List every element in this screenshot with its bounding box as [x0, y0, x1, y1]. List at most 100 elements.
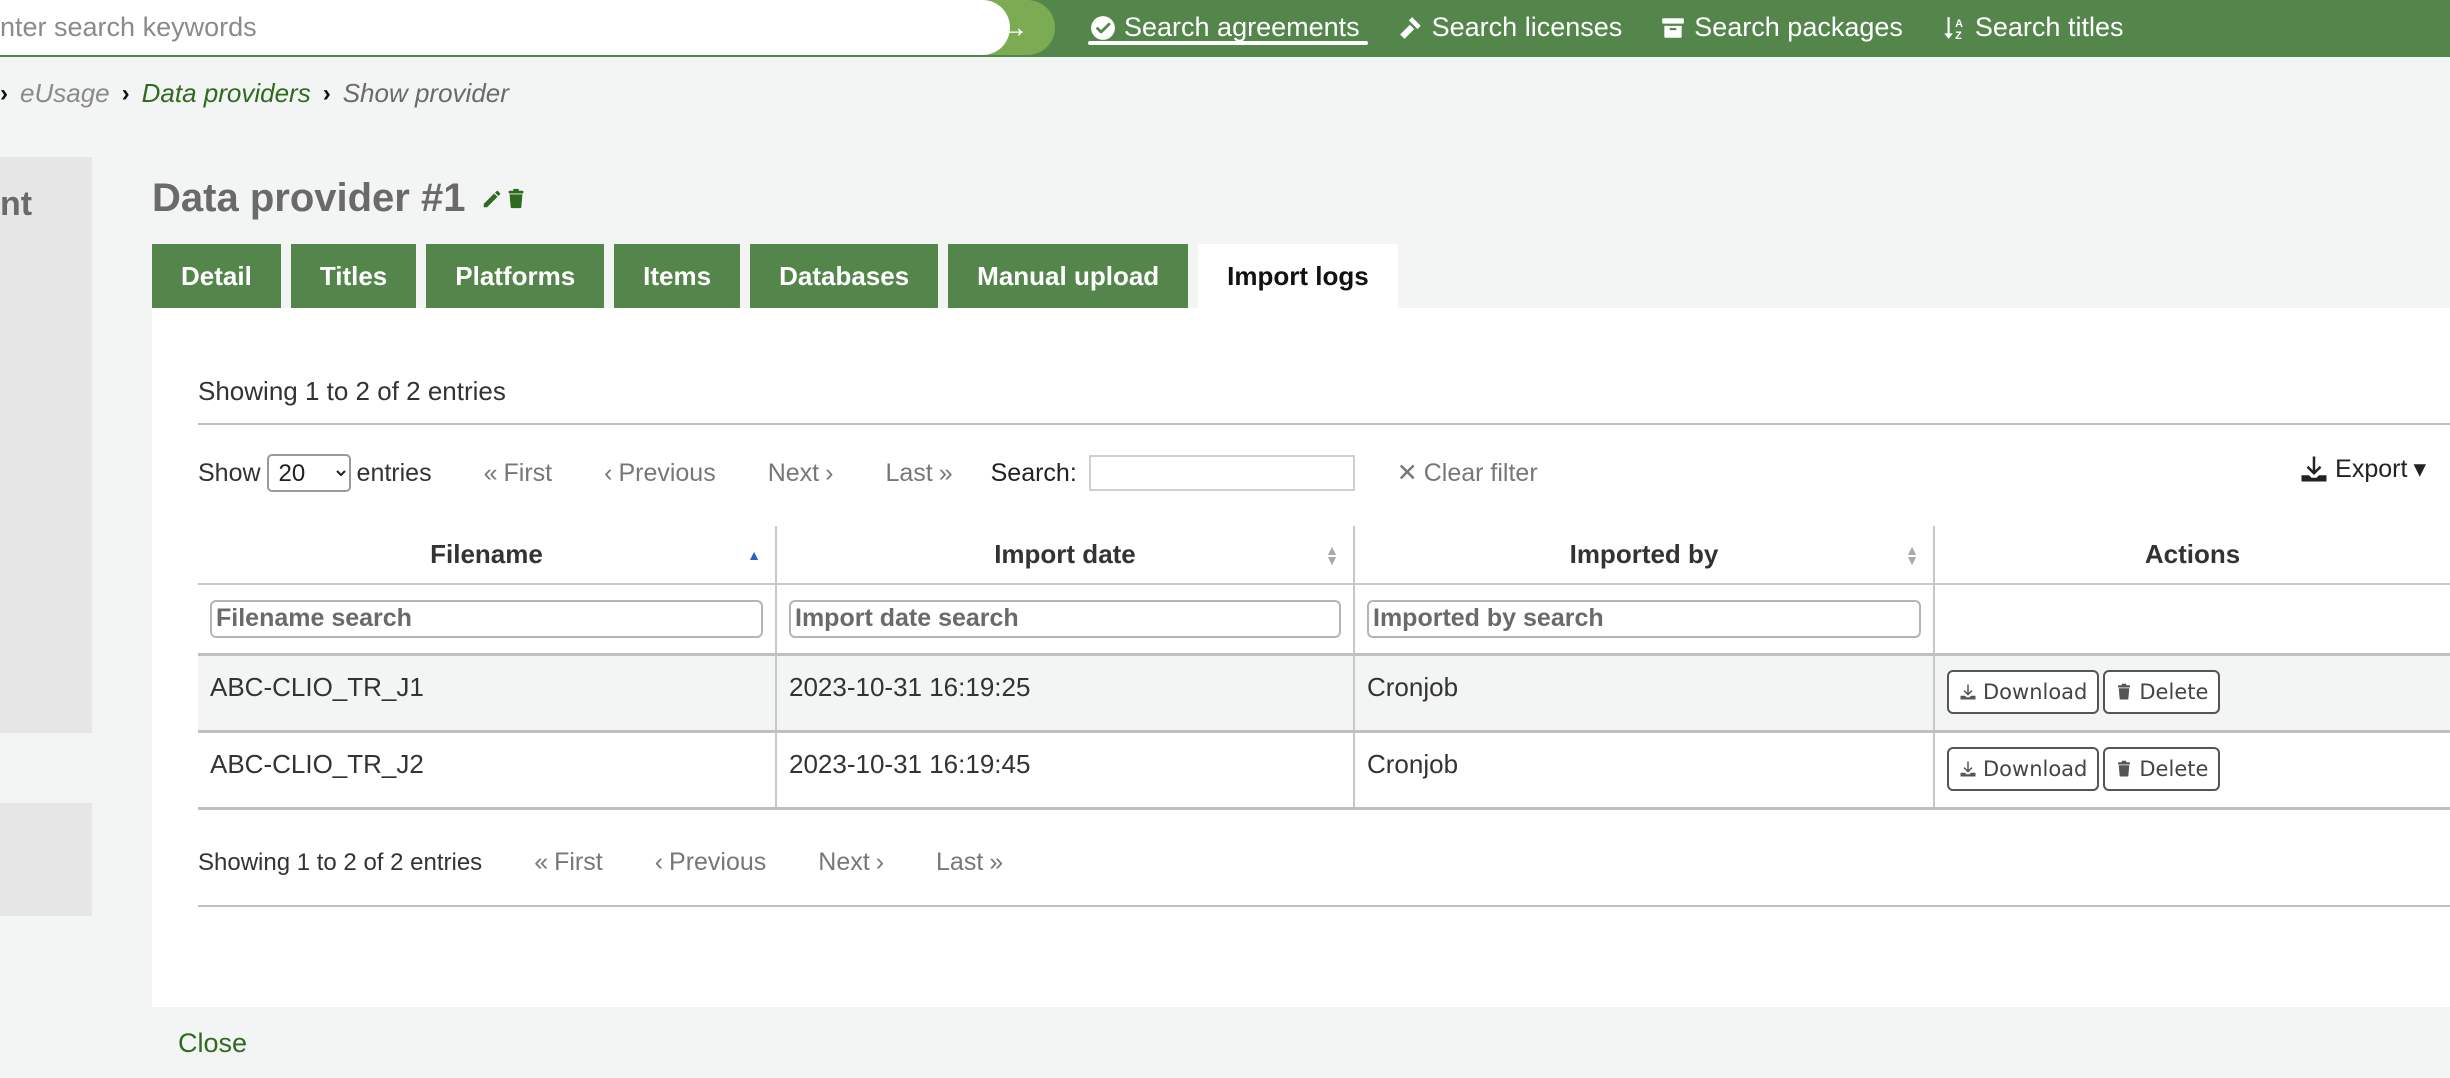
- tab-items[interactable]: Items: [614, 244, 741, 308]
- tab-manual-upload[interactable]: Manual upload: [948, 244, 1189, 308]
- breadcrumb-separator: ›: [121, 79, 130, 107]
- entries-label: entries: [356, 458, 432, 487]
- last-label: Last: [936, 848, 984, 876]
- page-length-select[interactable]: 20: [266, 454, 351, 492]
- breadcrumb: › eUsage › Data providers › Show provide…: [0, 78, 509, 109]
- sidebar-secondary: [0, 803, 92, 916]
- trash-icon: [2118, 683, 2131, 699]
- nav-search-licenses[interactable]: Search licenses: [1398, 0, 1622, 55]
- download-icon: [2301, 456, 2327, 482]
- table-row: ABC-CLIO_TR_J2 2023-10-31 16:19:45 Cronj…: [198, 731, 2450, 810]
- next-page-button[interactable]: Next ›: [818, 848, 884, 877]
- next-label: Next: [767, 458, 820, 487]
- column-header-imported-by[interactable]: Imported by ▲ ▼: [1354, 526, 1935, 585]
- nav-search-agreements[interactable]: Search agreements: [1088, 0, 1368, 55]
- table-footer: Showing 1 to 2 of 2 entries «First ‹ Prev…: [198, 848, 1003, 877]
- delete-button[interactable]: Delete: [2103, 746, 2221, 791]
- download-label: Download: [1983, 679, 2088, 704]
- table-header-row: Filename ▲ Import date ▲ ▼ Imported by ▲ ▼…: [198, 526, 2450, 585]
- search-input[interactable]: [0, 0, 1010, 55]
- trash-icon[interactable]: [505, 188, 527, 210]
- imported-by-search-input[interactable]: [1367, 599, 1921, 638]
- export-button[interactable]: Export ▾: [2299, 454, 2426, 484]
- previous-page-button[interactable]: ‹ Previous: [655, 848, 767, 877]
- delete-button[interactable]: Delete: [2103, 669, 2221, 714]
- first-label: First: [503, 458, 553, 487]
- top-nav: Search agreements Search licenses Search…: [1088, 0, 2161, 55]
- tab-bar: Detail Titles Platforms Items Databases …: [152, 244, 1398, 308]
- svg-text:Z: Z: [1955, 29, 1962, 40]
- sidebar-title: nt: [0, 185, 33, 223]
- sidebar-menu: nt: [0, 157, 92, 733]
- pagination-top: «First ‹ Previous Next › Last»: [432, 459, 953, 488]
- breadcrumb-eusage: eUsage: [20, 78, 110, 108]
- tab-platforms[interactable]: Platforms: [426, 244, 605, 308]
- cell-import-date: 2023-10-31 16:19:45: [776, 731, 1355, 810]
- download-icon: [1960, 761, 1976, 776]
- column-header-actions: Actions: [1934, 526, 2450, 585]
- next-label: Next: [818, 848, 870, 876]
- tab-import-logs[interactable]: Import logs: [1198, 244, 1398, 308]
- next-page-button[interactable]: Next ›: [768, 459, 834, 488]
- gavel-icon: [1399, 16, 1421, 39]
- first-page-button[interactable]: «First: [484, 459, 553, 488]
- filter-cell: [198, 584, 777, 656]
- column-label: Imported by: [1569, 539, 1719, 569]
- cell-filename: ABC-CLIO_TR_J1: [198, 654, 777, 733]
- check-circle-icon: [1091, 15, 1115, 40]
- archive-icon: [1662, 17, 1685, 38]
- last-label: Last: [885, 458, 933, 487]
- cell-imported-by: Cronjob: [1354, 654, 1935, 733]
- tab-databases[interactable]: Databases: [750, 244, 939, 308]
- table-search-input[interactable]: [1088, 455, 1355, 491]
- close-icon: ✕: [1396, 459, 1418, 487]
- filter-cell: [1354, 584, 1935, 656]
- double-chevron-right-icon: »: [989, 848, 1004, 876]
- cell-actions: Download Delete: [1934, 654, 2450, 733]
- double-chevron-right-icon: »: [938, 458, 953, 487]
- column-header-filename[interactable]: Filename ▲: [198, 526, 777, 585]
- download-button[interactable]: Download: [1947, 669, 2100, 714]
- table-controls: Show 20 entries «First ‹ Previous Next › L…: [198, 448, 2450, 498]
- breadcrumb-data-providers[interactable]: Data providers: [142, 78, 311, 109]
- delete-label: Delete: [2139, 756, 2209, 781]
- tab-titles[interactable]: Titles: [290, 244, 417, 308]
- last-page-button[interactable]: Last»: [936, 848, 1003, 877]
- first-page-button[interactable]: «First: [534, 848, 603, 877]
- last-page-button[interactable]: Last»: [885, 459, 952, 488]
- pencil-icon[interactable]: [481, 188, 503, 210]
- table-info-top: Showing 1 to 2 of 2 entries: [198, 376, 506, 406]
- breadcrumb-separator: ›: [0, 79, 8, 107]
- column-label: Actions: [2144, 539, 2241, 569]
- download-button[interactable]: Download: [1947, 746, 2100, 791]
- clear-filter-button[interactable]: ✕ Clear filter: [1397, 458, 1538, 488]
- column-filter-row: [198, 584, 2450, 656]
- import-date-search-input[interactable]: [789, 599, 1341, 638]
- export-label: Export: [2335, 454, 2408, 483]
- trash-icon: [2118, 760, 2131, 776]
- chevron-left-icon: ‹: [604, 458, 613, 487]
- double-chevron-left-icon: «: [534, 848, 549, 876]
- sort-asc-icon: ▲: [747, 546, 761, 563]
- nav-label: Search packages: [1694, 12, 1903, 42]
- sort-icon: ▲ ▼: [1325, 541, 1339, 568]
- previous-page-button[interactable]: ‹ Previous: [604, 459, 716, 488]
- caret-down-icon: ▾: [2413, 455, 2426, 483]
- close-link[interactable]: Close: [178, 1028, 247, 1059]
- global-search: →: [0, 0, 1055, 55]
- delete-label: Delete: [2139, 679, 2209, 704]
- chevron-right-icon: ›: [875, 848, 885, 876]
- filter-cell: [1934, 584, 2450, 656]
- double-chevron-left-icon: «: [483, 458, 498, 487]
- column-header-import-date[interactable]: Import date ▲ ▼: [776, 526, 1355, 585]
- nav-search-packages[interactable]: Search packages: [1660, 0, 1903, 55]
- divider: [198, 423, 2450, 425]
- breadcrumb-separator: ›: [322, 79, 331, 107]
- nav-search-titles[interactable]: AZ Search titles: [1941, 0, 2123, 55]
- filter-cell: [776, 584, 1355, 656]
- tab-detail[interactable]: Detail: [152, 244, 281, 308]
- table-row: ABC-CLIO_TR_J1 2023-10-31 16:19:25 Cronj…: [198, 654, 2450, 733]
- filename-search-input[interactable]: [210, 599, 763, 638]
- chevron-left-icon: ‹: [654, 848, 664, 876]
- first-label: First: [554, 848, 603, 876]
